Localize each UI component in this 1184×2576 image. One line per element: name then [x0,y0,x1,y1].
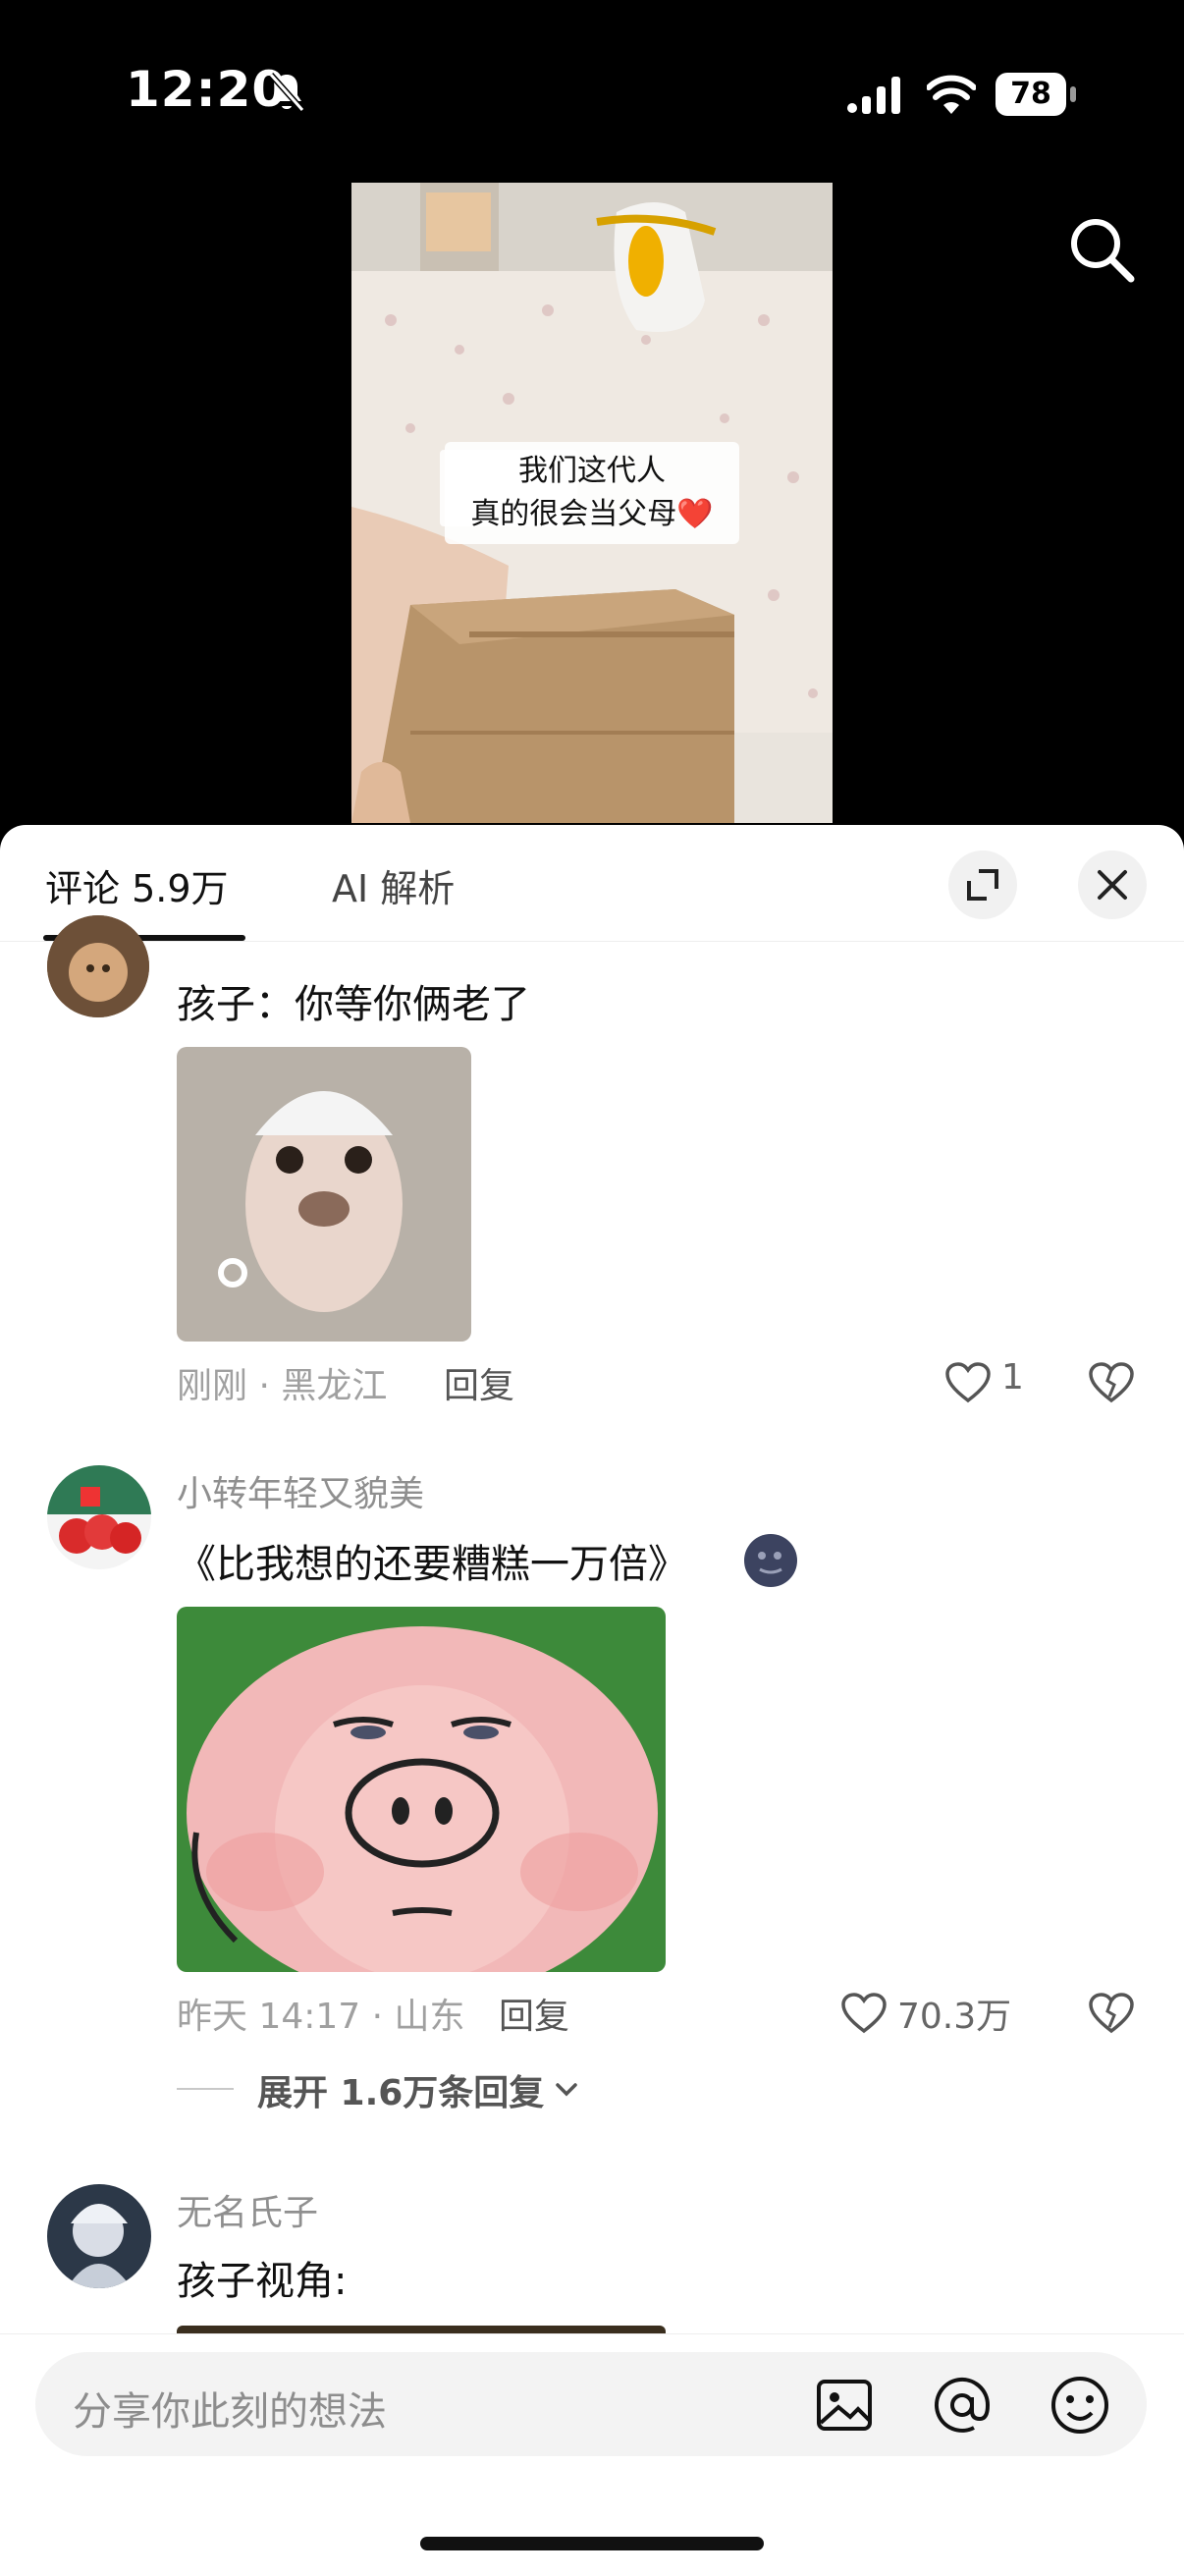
comment-image[interactable] [177,2326,666,2333]
comment-text: 孩子：你等你俩老了 [177,982,530,1027]
at-icon[interactable] [931,2374,994,2437]
wifi-icon [927,75,976,114]
comment-tabs: 评论 5.9万 AI 解析 [0,825,1184,942]
status-time: 12:20 [126,61,288,118]
comment-meta: 昨天 14:17 · 山东 [177,1997,465,2037]
tab-comments[interactable]: 评论 5.9万 [45,858,229,912]
home-indicator [420,2537,764,2550]
tab-ai-analysis[interactable]: AI 解析 [332,858,455,912]
avatar[interactable] [47,1465,151,1569]
like-count: 70.3万 [897,1997,1012,2037]
bell-slash-icon [268,73,305,112]
broken-heart-icon[interactable] [1088,1361,1135,1404]
like-count: 1 [1001,1357,1024,1398]
image-icon[interactable] [813,2374,876,2437]
expand-replies-button[interactable]: 展开 1.6万条回复 [257,2064,579,2115]
comment-meta: 刚刚 · 黑龙江 [177,1366,388,1406]
comment-image[interactable] [177,1607,666,1972]
comment-sheet: 评论 5.9万 AI 解析 孩子：你等你俩老了 刚刚 · 黑龙江 回复 1 小转… [0,825,1184,2575]
divider [177,2088,234,2090]
caption-line-2: 真的很会当父母❤️ [470,497,714,531]
close-button[interactable] [1078,850,1147,919]
comment-image[interactable] [177,1047,471,1342]
caption-line-1: 我们这代人 [518,454,666,488]
comment-input-placeholder: 分享你此刻的想法 [73,2389,387,2435]
comment-input[interactable]: 分享你此刻的想法 [35,2352,1147,2456]
video-player[interactable]: 我们这代人 真的很会当父母❤️ [351,183,833,823]
comment-text: 《比我想的还要糟糕一万倍》 [177,1542,687,1587]
broken-heart-icon[interactable] [1088,1992,1135,2035]
avatar[interactable] [47,2184,151,2288]
expand-replies-label: 展开 1.6万条回复 [257,2073,545,2113]
moon-emoji-icon [744,1534,797,1587]
comment-username[interactable]: 小转年轻又貌美 [177,1465,424,1516]
expand-icon [967,869,998,901]
battery-icon: 78 [996,73,1076,116]
heart-icon[interactable] [944,1361,992,1404]
search-icon[interactable] [1066,214,1137,285]
signal-icon [847,77,900,114]
reply-button[interactable]: 回复 [499,1988,569,2039]
avatar[interactable] [47,915,149,1017]
comment-input-bar: 分享你此刻的想法 [0,2333,1184,2576]
video-caption: 我们这代人 真的很会当父母❤️ [445,442,739,544]
heart-icon[interactable] [840,1992,888,2035]
chevron-down-icon [556,2083,578,2097]
comment-text: 孩子视角: [177,2259,348,2304]
expand-button[interactable] [948,850,1017,919]
status-bar: 12:20 78 [0,0,1184,187]
close-icon [1098,870,1127,900]
reply-button[interactable]: 回复 [444,1357,514,1408]
emoji-icon[interactable] [1049,2374,1111,2437]
battery-level: 78 [996,73,1066,116]
comment-username[interactable]: 无名氏子 [177,2184,318,2235]
